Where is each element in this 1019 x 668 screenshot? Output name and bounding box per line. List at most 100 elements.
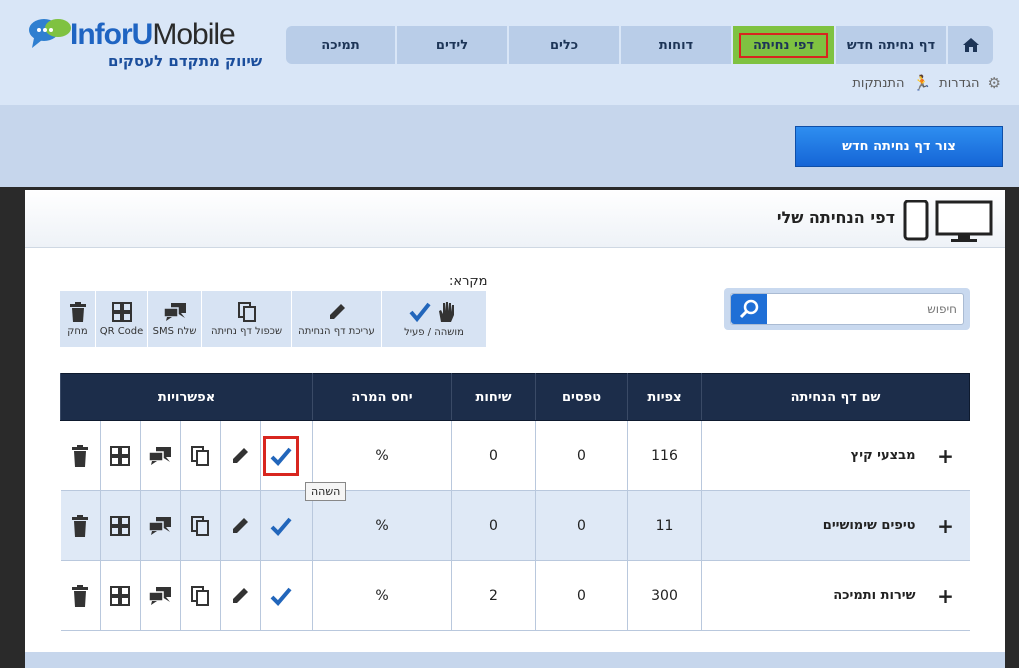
send-sms-button[interactable]	[141, 421, 181, 490]
landing-page-name[interactable]: טיפים שימושיים	[701, 490, 922, 561]
main-nav: תמיכה לידים כלים דוחות דפי נחיתה דף נחית…	[286, 26, 1003, 64]
duplicate-button[interactable]	[181, 491, 221, 560]
trash-icon	[72, 584, 88, 607]
nav-item-new-landing-page[interactable]: דף נחיתה חדש	[836, 26, 946, 64]
panel-header: דפי הנחיתה שלי	[25, 190, 1005, 248]
qr-code-button[interactable]	[101, 491, 141, 560]
qr-icon	[110, 445, 130, 466]
tooltip: השהה	[305, 482, 347, 501]
header-name[interactable]: שם דף הנחיתה	[701, 373, 970, 421]
search-input[interactable]	[771, 298, 957, 320]
expand-row-button[interactable]: +	[921, 490, 970, 561]
forms-cell: 0	[535, 560, 628, 631]
top-header: InforUMobile שיווק מתקדם לעסקים תמיכה לי…	[0, 0, 1019, 105]
copy-icon	[237, 301, 256, 322]
forms-cell: 0	[535, 490, 628, 561]
trash-icon	[72, 514, 88, 537]
running-person-icon[interactable]: 🏃	[912, 74, 931, 92]
legend-item-qr: QR Code	[96, 291, 148, 347]
landing-page-name[interactable]: שירות ותמיכה	[701, 560, 922, 631]
brand-name: InforUMobile	[70, 18, 236, 51]
calls-cell: 0	[451, 490, 536, 561]
edit-button[interactable]	[221, 561, 261, 630]
send-sms-button[interactable]	[141, 561, 181, 630]
brand-logo[interactable]: InforUMobile שיווק מתקדם לעסקים	[28, 14, 262, 74]
pencil-icon	[233, 447, 248, 463]
header-options: אפשרויות	[60, 373, 313, 421]
legend-title: מקרא:	[449, 274, 488, 289]
header-forms[interactable]: טפסים	[535, 373, 628, 421]
header-views[interactable]: צפיות	[627, 373, 702, 421]
options-cell	[60, 490, 313, 561]
header-calls[interactable]: שיחות	[451, 373, 536, 421]
table-row: + שירות ותמיכה 300 0 2 %	[60, 560, 970, 631]
options-cell	[60, 560, 313, 631]
legend: מחק QR Code שלח SMS שכפול דף נחיתה עריכת…	[60, 291, 486, 347]
nav-item-reports[interactable]: דוחות	[621, 26, 731, 64]
trash-icon	[72, 444, 88, 467]
check-icon	[270, 587, 292, 606]
panel-title: דפי הנחיתה שלי	[776, 208, 895, 227]
nav-item-leads[interactable]: לידים	[397, 26, 507, 64]
create-landing-page-button[interactable]: צור דף נחיתה חדש	[795, 126, 1003, 167]
sms-icon	[148, 446, 171, 465]
check-hand-icon	[409, 301, 454, 322]
header-conversion[interactable]: יחס המרה	[312, 373, 452, 421]
home-icon	[962, 38, 979, 52]
chat-bubbles-logo-icon	[29, 19, 71, 48]
table-row: + טיפים שימושיים 11 0 0 %	[60, 490, 970, 561]
expand-row-button[interactable]: +	[921, 420, 970, 491]
pencil-icon	[233, 517, 248, 533]
landing-pages-panel: דפי הנחיתה שלי מקרא: מחק QR Code	[25, 190, 1005, 652]
qr-icon	[110, 585, 130, 606]
conversion-cell: %	[312, 490, 452, 561]
copy-icon	[191, 585, 209, 606]
calls-cell: 2	[451, 560, 536, 631]
check-icon	[270, 447, 292, 466]
qr-code-button[interactable]	[101, 421, 141, 490]
edit-button[interactable]	[221, 421, 261, 490]
pause-toggle-button[interactable]	[261, 561, 301, 630]
nav-item-landing-pages[interactable]: דפי נחיתה	[733, 26, 834, 64]
nav-item-home[interactable]	[948, 26, 993, 64]
pause-toggle-button[interactable]	[261, 421, 301, 490]
table-header-row: שם דף הנחיתה צפיות טפסים שיחות יחס המרה …	[60, 373, 970, 421]
legend-item-copy: שכפול דף נחיתה	[202, 291, 292, 347]
pause-toggle-button[interactable]	[261, 491, 301, 560]
landing-page-name[interactable]: מבצעי קיץ	[701, 420, 922, 491]
sub-nav: ⚙ הגדרות 🏃 התנתקות	[852, 74, 1001, 92]
devices-icon	[903, 200, 993, 242]
search-field-frame	[730, 293, 964, 325]
brand-tagline: שיווק מתקדם לעסקים	[108, 52, 263, 70]
conversion-cell: %	[312, 560, 452, 631]
views-cell: 116	[627, 420, 702, 491]
logout-link[interactable]: התנתקות	[852, 76, 904, 91]
gear-icon[interactable]: ⚙	[988, 74, 1001, 92]
table-row: + מבצעי קיץ 116 0 0 %	[60, 420, 970, 491]
delete-button[interactable]	[61, 561, 101, 630]
qr-code-button[interactable]	[101, 561, 141, 630]
sms-icon	[162, 302, 186, 321]
nav-item-support[interactable]: תמיכה	[286, 26, 395, 64]
footer-bar	[25, 652, 1005, 668]
legend-item-edit: עריכת דף הנחיתה	[292, 291, 382, 347]
pencil-icon	[233, 587, 248, 603]
duplicate-button[interactable]	[181, 421, 221, 490]
sms-icon	[148, 586, 171, 605]
expand-row-button[interactable]: +	[921, 560, 970, 631]
qr-icon	[110, 515, 130, 536]
views-cell: 11	[627, 490, 702, 561]
nav-item-tools[interactable]: כלים	[509, 26, 619, 64]
delete-button[interactable]	[61, 421, 101, 490]
send-sms-button[interactable]	[141, 491, 181, 560]
pencil-icon	[329, 303, 345, 319]
edit-button[interactable]	[221, 491, 261, 560]
delete-button[interactable]	[61, 491, 101, 560]
trash-icon	[69, 301, 86, 322]
search-button[interactable]	[731, 294, 767, 324]
duplicate-button[interactable]	[181, 561, 221, 630]
conversion-cell: %	[312, 420, 452, 491]
legend-item-delete: מחק	[60, 291, 96, 347]
settings-link[interactable]: הגדרות	[939, 76, 979, 91]
views-cell: 300	[627, 560, 702, 631]
